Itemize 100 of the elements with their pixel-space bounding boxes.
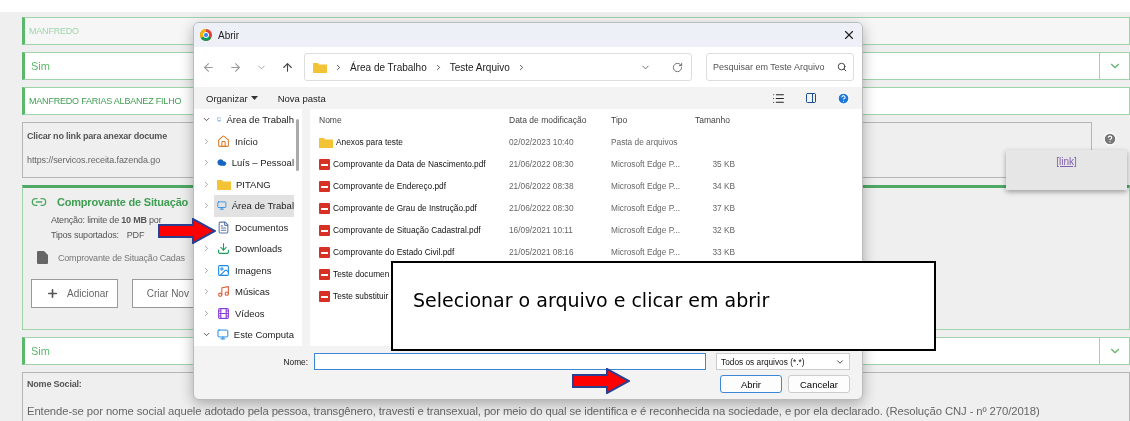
column-header[interactable]: Nome — [319, 115, 509, 125]
video-icon — [217, 306, 230, 320]
desktop-icon — [217, 199, 227, 213]
file-name[interactable]: Teste documen — [333, 269, 390, 279]
pdf-icon — [319, 202, 330, 214]
browser-logo-icon — [200, 29, 212, 41]
nav-item[interactable]: Área de Trabalh — [214, 109, 294, 131]
music-icon — [217, 285, 230, 299]
type-cell: Microsoft Edge P... — [611, 247, 681, 257]
file-name[interactable]: Comprovante de Endereço.pdf — [333, 181, 446, 191]
nav-item[interactable]: PITANG — [214, 173, 294, 195]
search-field[interactable]: Pesquisar em Teste Arquivo — [706, 53, 854, 81]
nav-item[interactable]: Downloads — [214, 238, 294, 260]
instruction-tooltip: Selecionar o arquivo e clicar em abrir — [391, 261, 936, 351]
file-name[interactable]: Comprovante de Situação Cadastral.pdf — [333, 225, 481, 235]
column-header[interactable]: Tipo — [611, 115, 695, 125]
cancel-button[interactable]: Cancelar — [788, 375, 850, 393]
expand-icon[interactable] — [202, 179, 211, 189]
size-cell: 37 KB — [712, 203, 735, 213]
expand-icon[interactable] — [202, 136, 211, 146]
file-name[interactable]: Anexos para teste — [336, 137, 403, 147]
size-cell: 35 KB — [712, 159, 735, 169]
expand-icon[interactable] — [202, 201, 211, 211]
image-icon — [217, 263, 230, 277]
computer-icon — [217, 328, 229, 342]
help-icon[interactable] — [1103, 132, 1117, 146]
section-title: Comprovante de Situação — [57, 196, 189, 208]
date-cell: 16/09/2021 10:11 — [509, 225, 573, 235]
size-cell: 33 KB — [712, 247, 735, 257]
breadcrumb[interactable]: Teste Arquivo — [449, 61, 510, 73]
back-icon[interactable] — [202, 60, 215, 74]
types-label: Tipos suportados: — [51, 230, 119, 240]
preview-pane-icon[interactable] — [805, 92, 817, 104]
pdf-icon — [319, 224, 330, 236]
chevron-icon — [334, 62, 343, 72]
file-icon — [37, 251, 48, 264]
dialog-title: Abrir — [218, 29, 241, 41]
nav-item[interactable]: Área de Trabal — [214, 195, 294, 217]
date-cell: 21/06/2022 08:30 — [509, 159, 574, 169]
document-icon — [217, 220, 230, 234]
nav-item[interactable]: Imagens — [214, 259, 294, 281]
breadcrumb[interactable]: Área de Trabalho — [350, 61, 427, 73]
url-text: https://servicos.receita.fazenda.go — [27, 155, 161, 165]
nav-item[interactable]: Luís – Pessoal — [214, 152, 294, 174]
expand-icon[interactable] — [202, 158, 211, 168]
type-cell: Pasta de arquivos — [611, 137, 678, 147]
nav-item[interactable]: Este Computa — [214, 324, 294, 346]
nav-item[interactable]: Documentos — [214, 216, 294, 238]
download-icon — [217, 242, 230, 256]
filename-label: Nome: — [283, 356, 308, 367]
description-text: Entende-se por nome social aquele adotado pela pessoa, transgênero, travesti e transexual, por meio do qual se identifica e é reconhecida na sociedade, e por ela declarado. (Resolução CNJ - nº 270/2018) — [27, 405, 1040, 417]
filename-field[interactable] — [314, 353, 706, 370]
tooltip-link[interactable]: [link] — [1056, 156, 1077, 169]
nav-item[interactable]: Músicas — [214, 281, 294, 303]
refresh-icon[interactable] — [672, 61, 683, 73]
close-icon[interactable] — [842, 28, 856, 42]
file-type-select[interactable]: Todos os arquivos (*.*) — [716, 353, 850, 370]
up-icon[interactable] — [281, 60, 294, 74]
help-icon[interactable] — [837, 91, 850, 105]
address-bar[interactable]: Área de Trabalho Teste Arquivo — [304, 53, 692, 81]
expand-icon[interactable] — [202, 308, 211, 318]
expand-icon[interactable] — [202, 265, 211, 275]
date-cell: 21/05/2021 08:16 — [509, 247, 574, 257]
pdf-icon — [319, 246, 330, 258]
scrollbar[interactable] — [296, 119, 299, 171]
home-icon — [217, 134, 230, 148]
caret-icon — [250, 96, 258, 100]
column-header[interactable]: Tamanho — [695, 115, 735, 125]
notice-text: Atenção: limite de 10 MB por — [51, 215, 162, 225]
open-button[interactable]: Abrir — [720, 375, 782, 393]
forward-icon[interactable] — [229, 60, 242, 74]
folder-icon — [313, 61, 327, 73]
file-name[interactable]: Comprovante da Data de Nascimento.pdf — [333, 159, 486, 169]
type-cell: Microsoft Edge P... — [611, 159, 681, 169]
new-folder-button[interactable]: Nova pasta — [277, 92, 326, 104]
pointer-arrow — [572, 368, 630, 394]
nav-item[interactable]: Início — [214, 130, 294, 152]
column-header[interactable]: Data de modificação — [509, 115, 611, 125]
add-button[interactable]: Adicionar — [31, 279, 118, 308]
size-cell: 32 KB — [712, 225, 735, 235]
organize-button[interactable]: Organizar — [206, 92, 258, 104]
plus-icon — [46, 287, 59, 300]
file-name[interactable]: Comprovante de Grau de Instrução.pdf — [333, 203, 477, 213]
expand-icon[interactable] — [202, 287, 211, 297]
file-name: Comprovante de Situação Cadas — [58, 252, 185, 263]
view-icon[interactable] — [772, 91, 785, 105]
search-icon — [837, 62, 847, 72]
type-cell: Microsoft Edge P... — [611, 225, 681, 235]
info-label: Clicar no link para anexar docume — [27, 131, 167, 141]
file-name[interactable]: Teste substituir — [333, 291, 389, 301]
folder-icon — [319, 136, 333, 148]
date-cell: 21/06/2022 08:30 — [509, 203, 574, 213]
nav-item[interactable]: Vídeos — [214, 302, 294, 324]
pdf-icon — [319, 158, 330, 170]
file-name[interactable]: Comprovante do Estado Civil.pdf — [333, 247, 455, 257]
date-cell: 02/02/2023 10:40 — [509, 137, 574, 147]
expand-icon[interactable] — [202, 244, 211, 254]
type-cell: Microsoft Edge P... — [611, 203, 681, 213]
size-cell: 34 KB — [712, 181, 735, 191]
types-value: PDF — [126, 230, 145, 240]
